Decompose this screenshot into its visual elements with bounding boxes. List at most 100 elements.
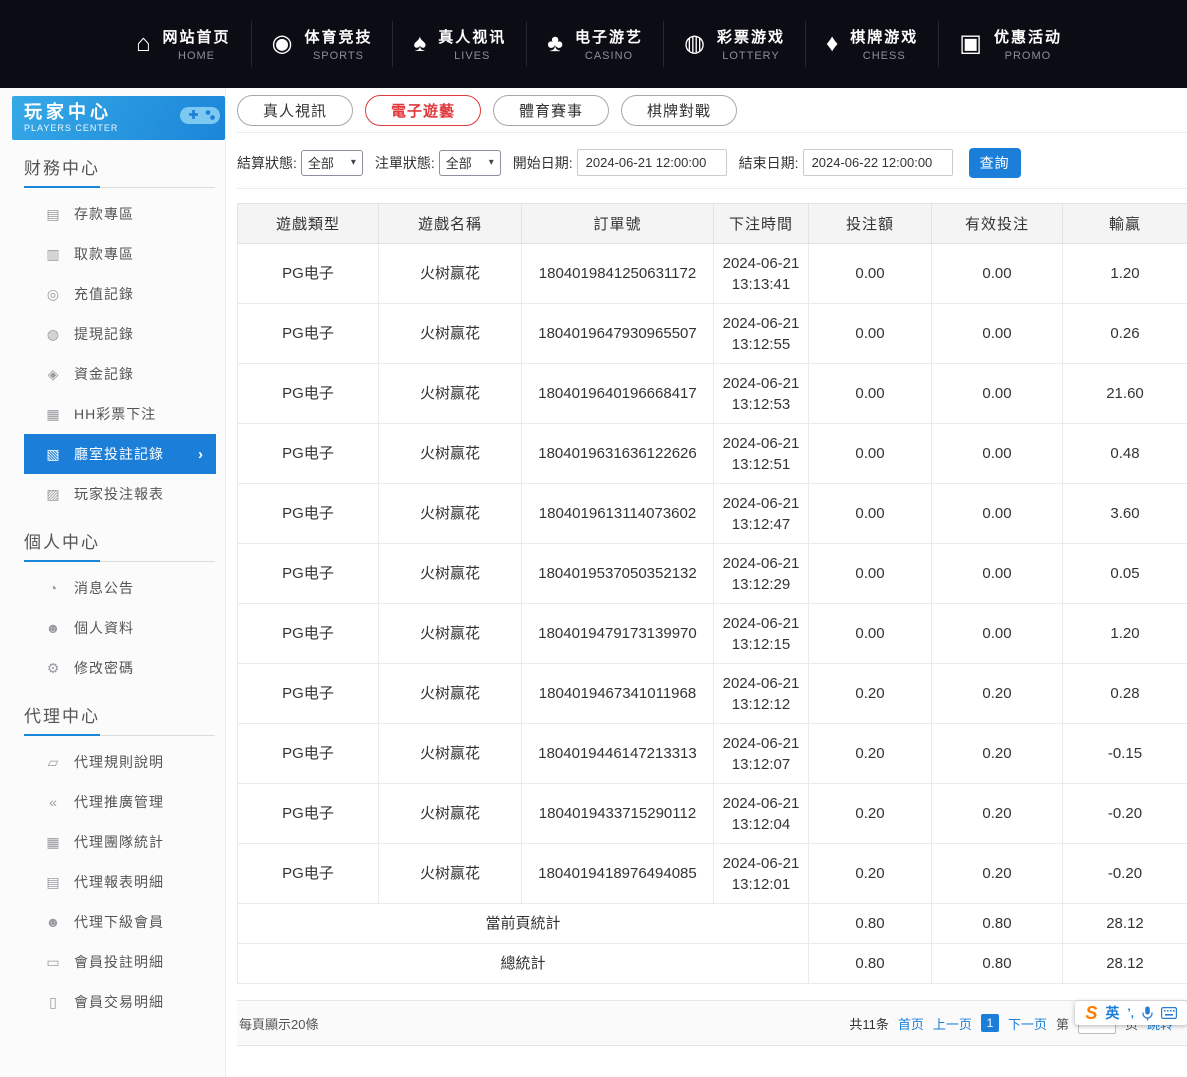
game-type-cell: PG电子 xyxy=(238,244,379,304)
search-button[interactable]: 查詢 xyxy=(969,148,1021,178)
tab-真人視訊[interactable]: 真人視訊 xyxy=(237,95,353,126)
room-bet-record-icon: ▧ xyxy=(44,447,62,461)
deposit-icon: ▤ xyxy=(44,207,62,221)
game-name-cell: 火树赢花 xyxy=(379,424,522,484)
sidebar-item-label: 玩家投注報表 xyxy=(74,484,164,504)
chevron-down-icon: ▾ xyxy=(351,157,356,168)
sidebar-item-label: HH彩票下注 xyxy=(74,404,156,424)
sidebar-item-hh-lottery-bet[interactable]: ▦HH彩票下注 xyxy=(0,394,225,434)
table-row: PG电子火树赢花18040194673410119682024-06-21 13… xyxy=(238,664,1187,724)
nav-item-promo[interactable]: ▣优惠活动PROMO xyxy=(938,21,1082,67)
nav-item-sports[interactable]: ◉体育竞技SPORTS xyxy=(251,21,393,67)
bet-time-cell: 2024-06-21 13:12:04 xyxy=(714,784,809,844)
next-page-link[interactable]: 下一页 xyxy=(1008,1014,1047,1033)
game-name-cell: 火树赢花 xyxy=(379,784,522,844)
sidebar-item-label: 存款專區 xyxy=(74,204,134,224)
table-footer: 每頁顯示20條 共11条 首页 上一页 1 下一页 第 页 跳转 xyxy=(237,1000,1187,1046)
ime-language-indicator[interactable]: 英 xyxy=(1105,1006,1119,1020)
bet-time-cell: 2024-06-21 13:12:01 xyxy=(714,844,809,904)
sidebar-item-member-transaction-detail[interactable]: ▯會員交易明細 xyxy=(0,982,225,1022)
summary-row: 總統計0.800.8028.12 xyxy=(238,944,1187,984)
nav-label-zh: 网站首页 xyxy=(163,26,231,47)
sidebar-item-agent-team-stats[interactable]: ▦代理團隊統計 xyxy=(0,822,225,862)
summary-bet-amount: 0.80 xyxy=(809,944,932,984)
nav-item-labels: 网站首页HOME xyxy=(163,26,231,62)
microphone-icon[interactable] xyxy=(1142,1006,1153,1021)
sidebar-item-agent-report-detail[interactable]: ▤代理報表明細 xyxy=(0,862,225,902)
first-page-link[interactable]: 首页 xyxy=(898,1014,924,1033)
bet-amount-cell: 0.00 xyxy=(809,424,932,484)
bet-time-cell: 2024-06-21 13:12:29 xyxy=(714,544,809,604)
end-date-input[interactable] xyxy=(803,149,953,176)
game-name-cell: 火树赢花 xyxy=(379,244,522,304)
sidebar-item-agent-sub-members[interactable]: ☻代理下級會員 xyxy=(0,902,225,942)
sidebar-item-profile[interactable]: ☻ 個人資料 xyxy=(0,608,225,648)
order-no-cell: 1804019446147213313 xyxy=(522,724,714,784)
sidebar-item-player-bet-report[interactable]: ▨玩家投注報表 xyxy=(0,474,225,514)
ime-toolbar[interactable]: S 英 ’, xyxy=(1075,1001,1187,1025)
order-status-select[interactable]: 全部 ▾ xyxy=(439,150,501,176)
nav-item-lives[interactable]: ♠真人视讯LIVES xyxy=(392,21,526,67)
sports-ball-icon: ◉ xyxy=(272,32,293,56)
nav-label-en: SPORTS xyxy=(313,50,364,62)
current-page-indicator[interactable]: 1 xyxy=(981,1014,999,1032)
sidebar-section-heading: 财務中心 xyxy=(24,154,225,179)
valid-bet-cell: 0.00 xyxy=(932,244,1063,304)
start-date-input[interactable] xyxy=(577,149,727,176)
prev-page-link[interactable]: 上一页 xyxy=(933,1014,972,1033)
sidebar-item-recharge-record[interactable]: ◎充值記錄 xyxy=(0,274,225,314)
win-loss-cell: 3.60 xyxy=(1063,484,1187,544)
game-type-cell: PG电子 xyxy=(238,484,379,544)
bets-table: 遊戲類型遊戲名稱訂單號下注時間投注額有效投注輸贏 PG电子火树赢花1804019… xyxy=(237,203,1187,984)
win-loss-cell: 0.05 xyxy=(1063,544,1187,604)
bet-amount-cell: 0.20 xyxy=(809,844,932,904)
keyboard-icon[interactable] xyxy=(1161,1007,1177,1019)
settle-status-select[interactable]: 全部 ▾ xyxy=(301,150,363,176)
order-status-value: 全部 xyxy=(446,153,472,172)
nav-item-home[interactable]: ⌂ 网站首页HOME xyxy=(116,21,251,67)
sidebar-item-label: 取款專區 xyxy=(74,244,134,264)
sidebar-item-deposit[interactable]: ▤ 存款專區 xyxy=(0,194,225,234)
nav-label-zh: 棋牌游戏 xyxy=(850,26,918,47)
ime-punctuation-indicator[interactable]: ’, xyxy=(1127,1007,1134,1019)
sidebar-item-label: 個人資料 xyxy=(74,618,134,638)
sidebar-item-label: 代理推廣管理 xyxy=(74,792,164,812)
order-no-cell: 1804019631636122626 xyxy=(522,424,714,484)
column-header: 下注時間 xyxy=(714,204,809,244)
page-size-text: 每頁顯示20條 xyxy=(239,1014,318,1033)
bet-time-cell: 2024-06-21 13:12:55 xyxy=(714,304,809,364)
game-type-cell: PG电子 xyxy=(238,304,379,364)
sidebar-item-room-bet-record[interactable]: ▧廳室投註記錄› xyxy=(24,434,216,474)
section-underline xyxy=(24,559,215,562)
sidebar-item-withdraw[interactable]: ▥取款專區 xyxy=(0,234,225,274)
home-icon: ⌂ xyxy=(136,32,151,56)
category-tabs: 真人視訊電子遊藝體育賽事棋牌對戰 xyxy=(237,88,1187,133)
sidebar-item-member-bet-detail[interactable]: ▭會員投註明細 xyxy=(0,942,225,982)
chess-chip-icon: ♦ xyxy=(826,32,838,56)
order-no-cell: 1804019418976494085 xyxy=(522,844,714,904)
column-header: 遊戲名稱 xyxy=(379,204,522,244)
valid-bet-cell: 0.00 xyxy=(932,604,1063,664)
game-type-cell: PG电子 xyxy=(238,544,379,604)
sidebar-item-messages[interactable]: ◔消息公告 xyxy=(0,568,225,608)
sidebar-section-heading: 代理中心 xyxy=(24,702,225,727)
chevron-down-icon: ▾ xyxy=(489,157,494,168)
sidebar-item-withdrawal-record[interactable]: ◍提現記錄 xyxy=(0,314,225,354)
game-name-cell: 火树赢花 xyxy=(379,364,522,424)
sidebar-item-funds-record[interactable]: ◈資金記錄 xyxy=(0,354,225,394)
table-header-row: 遊戲類型遊戲名稱訂單號下注時間投注額有效投注輸贏 xyxy=(238,204,1187,244)
tab-棋牌對戰[interactable]: 棋牌對戰 xyxy=(621,95,737,126)
sidebar-item-agent-rules[interactable]: ▱代理規則說明 xyxy=(0,742,225,782)
nav-item-casino[interactable]: ♣电子游艺CASINO xyxy=(526,21,663,67)
bet-time-cell: 2024-06-21 13:12:15 xyxy=(714,604,809,664)
sidebar-item-agent-promotion[interactable]: «代理推廣管理 xyxy=(0,782,225,822)
nav-item-chess[interactable]: ♦棋牌游戏CHESS xyxy=(805,21,938,67)
tab-電子遊藝[interactable]: 電子遊藝 xyxy=(365,95,481,126)
user-icon: ☻ xyxy=(44,621,62,635)
nav-item-lottery[interactable]: ◍彩票游戏LOTTERY xyxy=(663,21,805,67)
order-status-label: 注單狀態: xyxy=(375,153,435,173)
valid-bet-cell: 0.00 xyxy=(932,424,1063,484)
sidebar-item-change-password[interactable]: ⚙修改密碼 xyxy=(0,648,225,688)
tab-體育賽事[interactable]: 體育賽事 xyxy=(493,95,609,126)
team-stats-icon: ▦ xyxy=(44,835,62,849)
